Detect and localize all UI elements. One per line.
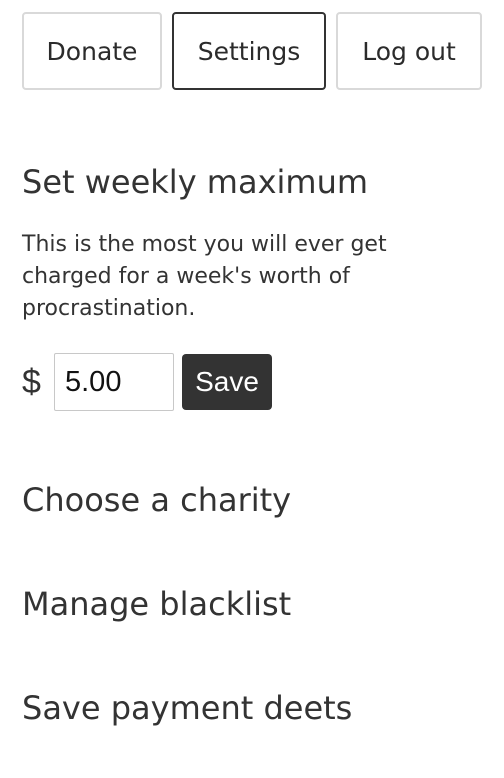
log-out-button[interactable]: Log out <box>336 12 482 90</box>
choose-charity-heading[interactable]: Choose a charity <box>22 480 291 520</box>
manage-blacklist-heading[interactable]: Manage blacklist <box>22 584 291 624</box>
currency-symbol: $ <box>22 363 41 401</box>
donate-button[interactable]: Donate <box>22 12 162 90</box>
save-button[interactable]: Save <box>182 354 272 410</box>
weekly-maximum-description: This is the most you will ever get charg… <box>22 232 387 321</box>
weekly-maximum-input[interactable] <box>54 353 174 411</box>
weekly-maximum-heading: Set weekly maximum <box>22 163 369 201</box>
settings-button[interactable]: Settings <box>172 12 326 90</box>
save-payment-heading[interactable]: Save payment deets <box>22 688 352 728</box>
